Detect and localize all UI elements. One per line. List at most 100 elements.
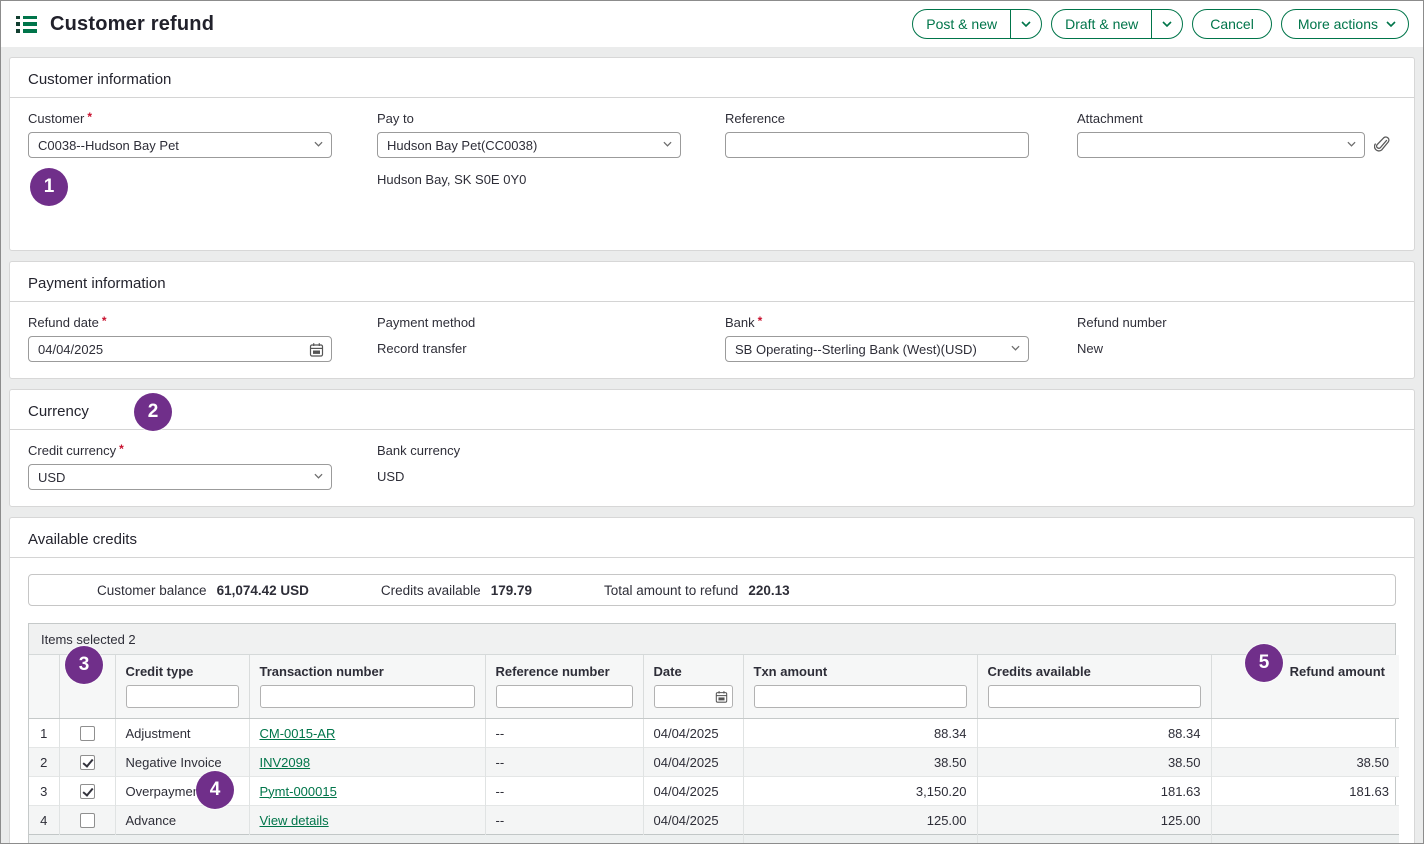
- credit-currency-select[interactable]: USD: [28, 464, 332, 490]
- credits-available-value: 179.79: [491, 583, 532, 598]
- credits-summary-bar: Customer balance 61,074.42 USD Credits a…: [28, 574, 1396, 606]
- chevron-down-icon: [314, 141, 323, 147]
- total-amount-to-refund-summary: Total amount to refund 220.13: [604, 583, 790, 598]
- calendar-icon[interactable]: [309, 342, 324, 358]
- post-and-new-dropdown-toggle[interactable]: [1011, 21, 1041, 27]
- reference-number-cell: --: [485, 719, 643, 748]
- customer-select[interactable]: C0038--Hudson Bay Pet: [28, 132, 332, 158]
- credits-available-cell: 125.00: [977, 806, 1211, 835]
- date-cell: 04/04/2025: [643, 777, 743, 806]
- section-title-payment-information: Payment information: [10, 262, 1414, 302]
- refund-date-input[interactable]: 04/04/2025: [28, 336, 332, 362]
- payment-information-section: Payment information Refund date* 04/04/2…: [9, 261, 1415, 379]
- cancel-label: Cancel: [1193, 16, 1271, 32]
- credits-available-summary: Credits available 179.79: [381, 583, 532, 598]
- reference-number-filter-input[interactable]: [496, 685, 633, 708]
- payment-method-label: Payment method: [377, 315, 725, 330]
- table-row: 1 Adjustment CM-0015-AR -- 04/04/2025 88…: [29, 719, 1399, 748]
- view-details-link[interactable]: View details: [260, 813, 329, 828]
- required-asterisk: *: [102, 314, 107, 328]
- calendar-icon[interactable]: [715, 690, 728, 704]
- txn-amount-filter-input[interactable]: [754, 685, 967, 708]
- row-checkbox[interactable]: [80, 726, 95, 741]
- table-row: 2 Negative Invoice INV2098 -- 04/04/2025…: [29, 748, 1399, 777]
- credit-currency-label: Credit currency*: [28, 443, 377, 458]
- draft-and-new-button[interactable]: Draft & new: [1051, 9, 1183, 39]
- column-header-transaction-number[interactable]: Transaction number: [249, 655, 485, 719]
- more-actions-dropdown-toggle[interactable]: [1384, 21, 1408, 27]
- customer-balance-label: Customer balance: [97, 583, 207, 598]
- refund-amount-cell[interactable]: 38.50: [1211, 748, 1399, 777]
- bank-field: Bank* SB Operating--Sterling Bank (West)…: [725, 315, 1077, 362]
- credits-grid: Items selected 2: [28, 623, 1396, 844]
- row-checkbox[interactable]: [80, 755, 95, 770]
- reference-input[interactable]: [725, 132, 1029, 158]
- table-header-row: Credit type Transaction number Reference…: [29, 655, 1399, 719]
- table-row: 3 Overpayment Pymt-000015 -- 04/04/2025 …: [29, 777, 1399, 806]
- reference-number-cell: --: [485, 748, 643, 777]
- chevron-down-icon: [1011, 345, 1020, 351]
- column-header-credits-available[interactable]: Credits available: [977, 655, 1211, 719]
- credit-currency-value: USD: [38, 470, 65, 485]
- credits-table: Credit type Transaction number Reference…: [29, 655, 1399, 844]
- currency-section: Currency Credit currency* USD Bank curre…: [9, 389, 1415, 507]
- refund-amount-cell[interactable]: [1211, 806, 1399, 835]
- bank-currency-field: Bank currency USD: [377, 443, 725, 490]
- draft-and-new-dropdown-toggle[interactable]: [1152, 21, 1182, 27]
- pay-to-field: Pay to Hudson Bay Pet(CC0038) Hudson Bay…: [377, 111, 725, 234]
- section-title-available-credits: Available credits: [10, 518, 1414, 558]
- reference-number-cell: --: [485, 806, 643, 835]
- column-header-reference-number[interactable]: Reference number: [485, 655, 643, 719]
- credits-available-cell: 38.50: [977, 748, 1211, 777]
- required-asterisk: *: [758, 314, 763, 328]
- row-checkbox[interactable]: [80, 813, 95, 828]
- chevron-down-icon: [1162, 21, 1172, 27]
- total-txn-amount: 3,402.04: [743, 835, 977, 844]
- bank-label: Bank*: [725, 315, 1077, 330]
- transaction-number-filter-input[interactable]: [260, 685, 475, 708]
- credit-type-cell: Adjustment: [115, 719, 249, 748]
- callout-badge-3: 3: [65, 646, 103, 684]
- callout-badge-1: 1: [30, 168, 68, 206]
- record-list-icon[interactable]: [16, 16, 37, 33]
- page-content: Customer information Customer* C0038--Hu…: [1, 47, 1423, 844]
- top-bar: Customer refund Post & new Draft & new C…: [1, 1, 1423, 47]
- column-header-date[interactable]: Date: [643, 655, 743, 719]
- credit-type-filter-input[interactable]: [126, 685, 239, 708]
- refund-date-value: 04/04/2025: [38, 342, 103, 357]
- bank-currency-label: Bank currency: [377, 443, 725, 458]
- row-checkbox[interactable]: [80, 784, 95, 799]
- paperclip-icon[interactable]: [1374, 136, 1390, 154]
- pay-to-select[interactable]: Hudson Bay Pet(CC0038): [377, 132, 681, 158]
- txn-amount-cell: 88.34: [743, 719, 977, 748]
- callout-badge-4: 4: [196, 771, 234, 809]
- cancel-button[interactable]: Cancel: [1192, 9, 1272, 39]
- column-header-credit-type[interactable]: Credit type: [115, 655, 249, 719]
- refund-amount-cell[interactable]: 181.63: [1211, 777, 1399, 806]
- refund-amount-cell[interactable]: [1211, 719, 1399, 748]
- refund-number-label: Refund number: [1077, 315, 1396, 330]
- transaction-number-link[interactable]: CM-0015-AR: [260, 726, 336, 741]
- column-header-txn-amount[interactable]: Txn amount: [743, 655, 977, 719]
- total-refund-label: Total amount to refund: [604, 583, 738, 598]
- transaction-number-link[interactable]: Pymt-000015: [260, 784, 337, 799]
- credits-available-cell: 88.34: [977, 719, 1211, 748]
- bank-select[interactable]: SB Operating--Sterling Bank (West)(USD): [725, 336, 1029, 362]
- post-and-new-button[interactable]: Post & new: [912, 9, 1042, 39]
- more-actions-button[interactable]: More actions: [1281, 9, 1409, 39]
- customer-select-value: C0038--Hudson Bay Pet: [38, 138, 179, 153]
- reference-number-cell: --: [485, 777, 643, 806]
- credit-type-cell: Advance: [115, 806, 249, 835]
- credits-available-filter-input[interactable]: [988, 685, 1201, 708]
- customer-field: Customer* C0038--Hudson Bay Pet: [28, 111, 377, 234]
- attachment-select[interactable]: [1077, 132, 1365, 158]
- required-asterisk: *: [87, 110, 92, 124]
- column-header-refund-amount: Refund amount: [1211, 655, 1399, 719]
- credit-currency-field: Credit currency* USD: [28, 443, 377, 490]
- transaction-number-link[interactable]: INV2098: [260, 755, 311, 770]
- chevron-down-icon: [663, 141, 672, 147]
- items-selected-bar: Items selected 2: [29, 624, 1395, 655]
- table-total-row: Total 3,402.04 433.47 220.13: [29, 835, 1399, 844]
- section-title-customer-information: Customer information: [10, 58, 1414, 98]
- customer-balance: Customer balance 61,074.42 USD: [97, 583, 309, 598]
